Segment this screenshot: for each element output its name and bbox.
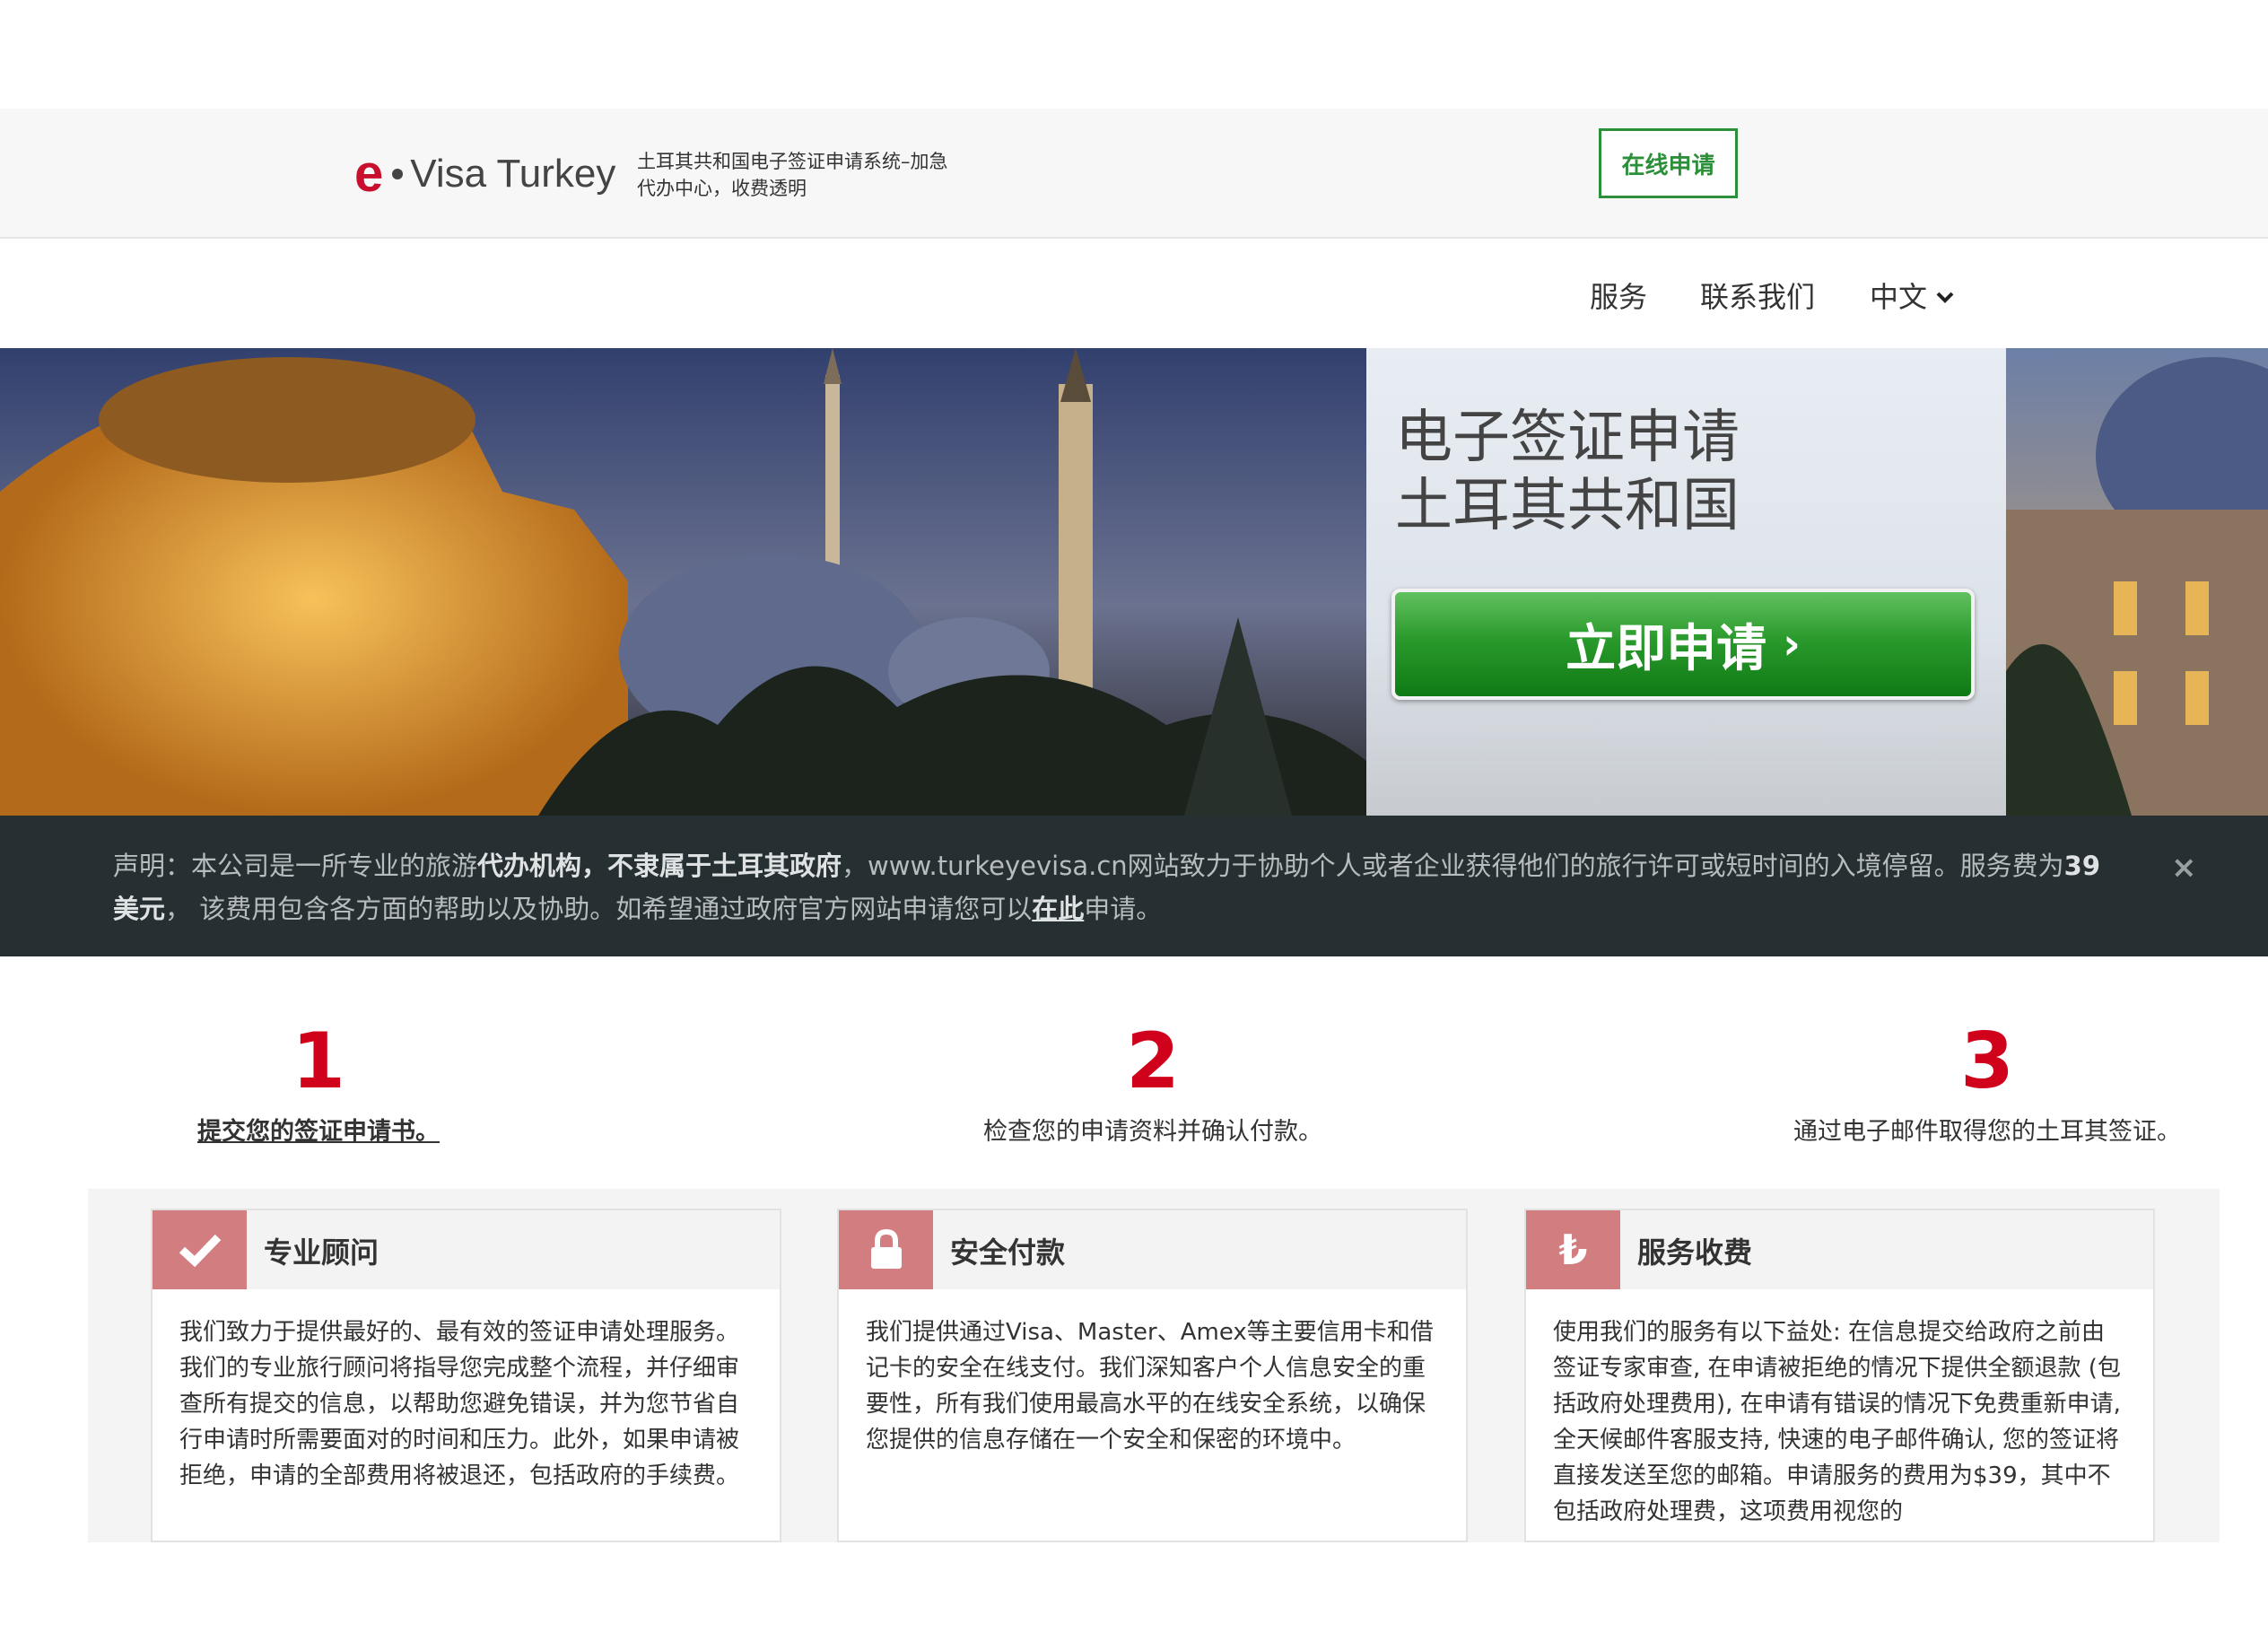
disclaimer-after-fee: ， 该费用包含各方面的帮助以及协助。如希望通过政府官方网站申请您可以 bbox=[165, 894, 1033, 924]
hero-title-line2: 土耳其共和国 bbox=[1395, 473, 1740, 539]
nav-services[interactable]: 服务 bbox=[1590, 276, 1647, 318]
online-apply-button[interactable]: 在线申请 bbox=[1599, 128, 1738, 198]
step-number: 2 bbox=[1126, 1017, 1180, 1106]
language-label: 中文 bbox=[1870, 280, 1928, 314]
step-text: 通过电子邮件取得您的土耳其签证。 bbox=[1793, 1118, 2181, 1146]
card-body: 我们致力于提供最好的、最有效的签证申请处理服务。我们的专业旅行顾问将指导您完成整… bbox=[179, 1319, 740, 1489]
logo-e: e bbox=[354, 144, 384, 203]
feature-card-fees: ₺ 服务收费 使用我们的服务有以下益处: 在信息提交给政府之前由签证专家审查, … bbox=[1524, 1209, 2155, 1542]
hero-title: 电子签证申请 土耳其共和国 bbox=[1395, 404, 1740, 540]
card-header: ₺ 服务收费 bbox=[1526, 1210, 2153, 1289]
chevron-down-icon bbox=[1936, 292, 1954, 303]
disclaimer-agency-note: 代办机构，不隶属于土耳其政府 bbox=[477, 851, 842, 881]
feature-card-payment: 安全付款 我们提供通过Visa、Master、Amex等主要信用卡和借记卡的安全… bbox=[837, 1209, 1468, 1542]
hero-right-image bbox=[2006, 348, 2268, 816]
step-2: 2 检查您的申请资料并确认付款。 bbox=[924, 1018, 1382, 1147]
card-header: 专业顾问 bbox=[153, 1210, 780, 1289]
step-1: 1 提交您的签证申请书。 bbox=[193, 1018, 444, 1147]
feature-card-consultant: 专业顾问 我们致力于提供最好的、最有效的签证申请处理服务。我们的专业旅行顾问将指… bbox=[151, 1209, 781, 1542]
site-header: e Visa Turkey 土耳其共和国电子签证申请系统–加急代办中心，收费透明… bbox=[0, 109, 2268, 239]
nav-contact[interactable]: 联系我们 bbox=[1700, 276, 1815, 318]
step-1-link[interactable]: 提交您的签证申请书。 bbox=[193, 1112, 444, 1147]
hero-panel: 电子签证申请 土耳其共和国 立即申请 › bbox=[1366, 348, 2006, 816]
card-title: 专业顾问 bbox=[264, 1235, 379, 1270]
main-nav: 服务 联系我们 中文 bbox=[0, 276, 2268, 321]
disclaimer-bar: 声明：本公司是一所专业的旅游代办机构，不隶属于土耳其政府，www.turkeye… bbox=[0, 816, 2268, 956]
lira-glyph: ₺ bbox=[1558, 1226, 1588, 1274]
language-selector[interactable]: 中文 bbox=[1870, 276, 1954, 318]
logo-text: Visa Turkey bbox=[410, 152, 616, 196]
check-icon bbox=[153, 1210, 247, 1289]
hero-background-image bbox=[0, 348, 1366, 816]
card-title: 安全付款 bbox=[950, 1235, 1066, 1270]
site-logo[interactable]: e Visa Turkey bbox=[354, 143, 615, 205]
step-text: 检查您的申请资料并确认付款。 bbox=[983, 1118, 1322, 1146]
site-tagline: 土耳其共和国电子签证申请系统–加急代办中心，收费透明 bbox=[637, 151, 948, 199]
hero-title-line1: 电子签证申请 bbox=[1395, 405, 1740, 471]
logo-dot bbox=[392, 169, 404, 179]
disclaimer-middle: ，www.turkeyevisa.cn网站致力于协助个人或者企业获得他们的旅行许… bbox=[842, 851, 2064, 881]
disclaimer-text: 声明：本公司是一所专业的旅游代办机构，不隶属于土耳其政府，www.turkeye… bbox=[113, 844, 2123, 930]
card-body: 使用我们的服务有以下益处: 在信息提交给政府之前由签证专家审查, 在申请被拒绝的… bbox=[1553, 1319, 2121, 1525]
lira-icon: ₺ bbox=[1526, 1210, 1620, 1289]
close-icon[interactable]: × bbox=[2171, 850, 2197, 886]
disclaimer-prefix: 声明：本公司是一所专业的旅游 bbox=[113, 851, 478, 881]
card-header: 安全付款 bbox=[839, 1210, 1466, 1289]
official-site-link[interactable]: 在此 bbox=[1032, 894, 1084, 924]
chevron-right-icon: › bbox=[1783, 619, 1801, 669]
card-title: 服务收费 bbox=[1637, 1235, 1753, 1270]
apply-now-label: 立即申请 bbox=[1566, 619, 1767, 678]
apply-now-button[interactable]: 立即申请 › bbox=[1391, 589, 1975, 700]
features-section: 专业顾问 我们致力于提供最好的、最有效的签证申请处理服务。我们的专业旅行顾问将指… bbox=[88, 1189, 2220, 1542]
disclaimer-suffix: 申请。 bbox=[1084, 894, 1163, 924]
step-number: 1 bbox=[292, 1017, 345, 1106]
lock-icon bbox=[839, 1210, 933, 1289]
step-3: 3 通过电子邮件取得您的土耳其签证。 bbox=[1754, 1018, 2220, 1147]
hero-banner: 电子签证申请 土耳其共和国 立即申请 › bbox=[0, 348, 2268, 816]
step-number: 3 bbox=[1960, 1017, 2014, 1106]
card-body: 我们提供通过Visa、Master、Amex等主要信用卡和借记卡的安全在线支付。… bbox=[866, 1319, 1434, 1454]
mosque-dome-image bbox=[2006, 357, 2268, 816]
